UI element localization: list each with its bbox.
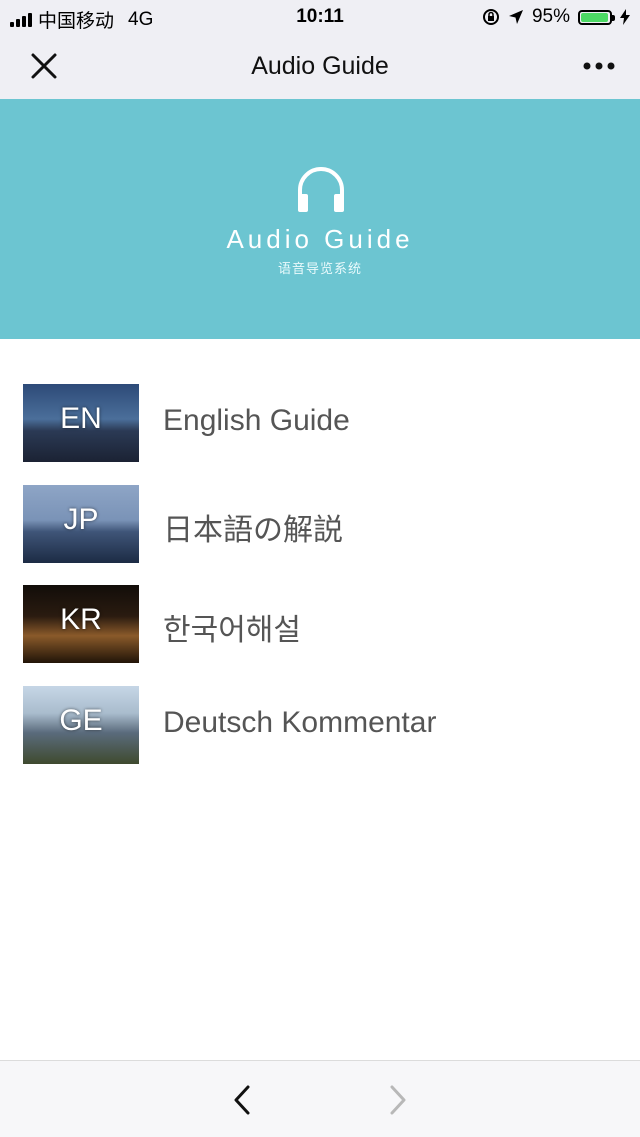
status-left: 中国移动 4G xyxy=(10,6,153,33)
headphone-icon xyxy=(298,167,344,212)
battery-icon xyxy=(578,9,615,25)
guide-item-japanese[interactable]: JP 日本語の解説 xyxy=(0,485,640,563)
status-bar: 中国移动 4G 10:11 95% xyxy=(0,0,640,34)
forward-button xyxy=(380,1083,412,1117)
guide-code: KR xyxy=(60,603,102,636)
signal-icon xyxy=(10,12,32,27)
guide-label: English Guide xyxy=(163,404,350,437)
location-icon xyxy=(508,10,523,24)
guide-label: Deutsch Kommentar xyxy=(163,706,437,739)
nav-bar: Audio Guide xyxy=(0,34,640,99)
guide-thumbnail-korean: KR xyxy=(23,585,139,663)
status-right: 95% xyxy=(482,6,630,28)
guide-thumbnail-german: GE xyxy=(23,686,139,764)
network-type: 4G xyxy=(128,8,154,30)
guide-code: GE xyxy=(59,704,103,737)
guide-label: 日本語の解説 xyxy=(163,514,343,547)
close-icon xyxy=(31,53,57,79)
hero-banner xyxy=(0,99,640,339)
battery-percent: 95% xyxy=(531,6,570,27)
guide-code: EN xyxy=(60,402,102,435)
page-title: Audio Guide xyxy=(251,52,389,80)
guide-thumbnail-english: EN xyxy=(23,384,139,462)
guide-label: 한국어해설 xyxy=(163,614,301,647)
carrier-name: 中国移动 xyxy=(38,11,115,32)
charging-icon xyxy=(620,9,630,25)
chevron-left-icon xyxy=(234,1085,250,1115)
more-icon xyxy=(583,62,615,70)
orientation-lock-icon xyxy=(482,9,499,25)
guide-item-english[interactable]: EN English Guide xyxy=(0,384,640,462)
guide-code: JP xyxy=(63,503,99,536)
guide-item-korean[interactable]: KR 한국어해설 xyxy=(0,585,640,663)
banner-subtitle: 语音导览系统 xyxy=(277,261,362,276)
banner-title: Audio Guide xyxy=(226,224,414,254)
bottom-toolbar xyxy=(0,1060,640,1137)
close-button[interactable] xyxy=(26,48,62,84)
guide-thumbnail-japanese: JP xyxy=(23,485,139,563)
more-button[interactable] xyxy=(578,52,620,80)
back-button[interactable] xyxy=(228,1083,260,1117)
guide-item-german[interactable]: GE Deutsch Kommentar xyxy=(0,686,640,764)
chevron-right-icon xyxy=(390,1085,406,1115)
